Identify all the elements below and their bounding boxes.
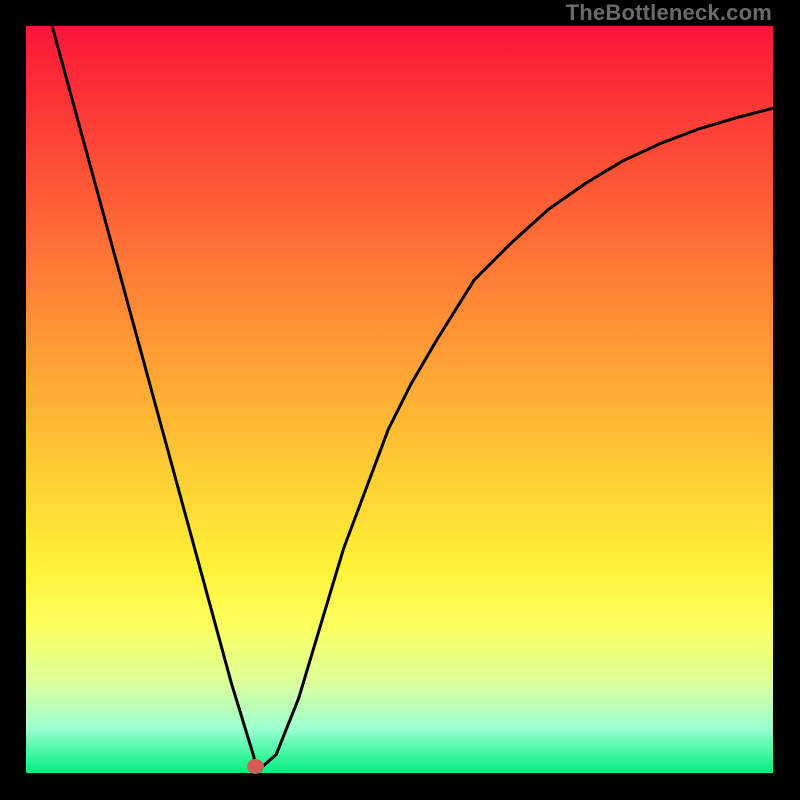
plot-background-gradient — [26, 26, 773, 773]
watermark-text: TheBottleneck.com — [566, 0, 772, 26]
chart-frame: TheBottleneck.com — [0, 0, 800, 800]
bottleneck-curve — [26, 26, 773, 773]
